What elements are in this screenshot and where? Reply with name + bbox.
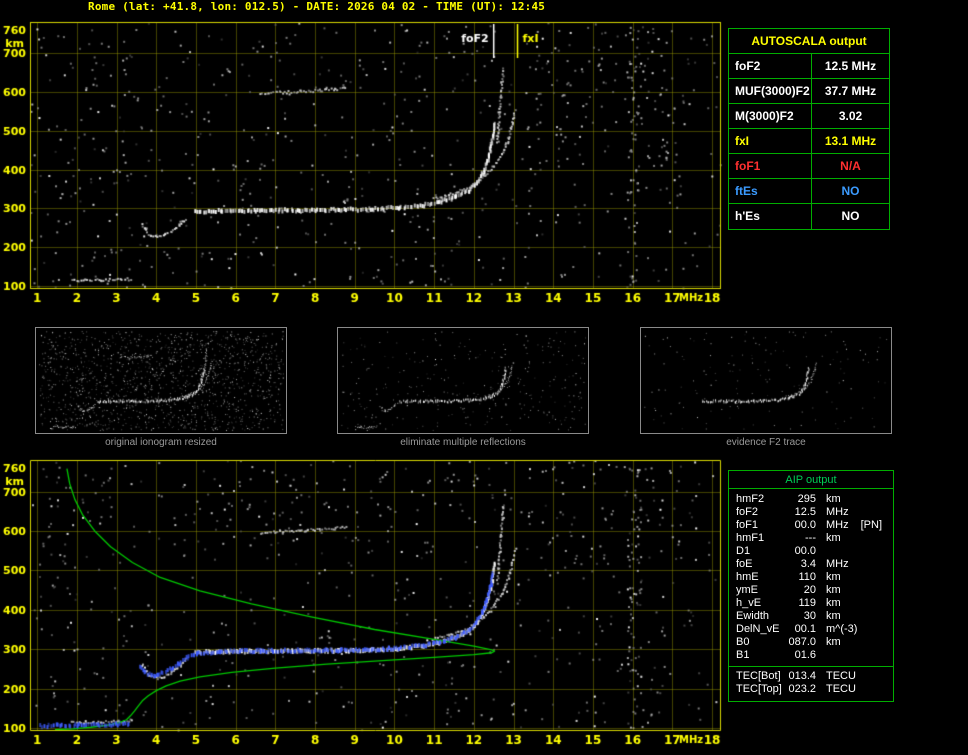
row-unit: km: [826, 610, 841, 622]
row-unit: MHz: [826, 519, 849, 531]
row-value: ---: [805, 532, 816, 544]
row-unit: m^(-3): [826, 623, 858, 635]
row-unit: km: [826, 636, 841, 648]
row-value: 087.0: [788, 636, 816, 648]
table-row: DelN_vE 00.1 m^(-3): [729, 623, 893, 636]
row-value: 023.2: [788, 683, 816, 695]
row-unit: km: [826, 597, 841, 609]
row-unit: TECU: [826, 670, 856, 682]
row-value: 3.02: [838, 109, 863, 123]
row-label: hmF1: [736, 532, 765, 544]
row-label: foF1: [729, 154, 812, 178]
thumbnail-eliminate-multiples: [337, 327, 589, 434]
table-row: B0 087.0 km: [729, 636, 893, 649]
row-value: 37.7 MHz: [824, 84, 877, 98]
thumbnail-caption-multiples: eliminate multiple reflections: [400, 437, 526, 448]
row-value: 00.1: [794, 623, 816, 635]
row-label: foE: [736, 558, 753, 570]
row-value: 110: [798, 571, 816, 583]
row-label: foF2: [729, 54, 812, 78]
main-ionogram-chart: [0, 12, 725, 312]
row-value: 01.6: [794, 649, 816, 661]
row-label: fxI: [729, 129, 812, 153]
table-row: hmE 110 km: [729, 571, 893, 584]
table-row: D1 00.0: [729, 545, 893, 558]
row-label: D1: [736, 545, 751, 557]
table-row: foF1 N/A: [729, 154, 889, 179]
table-row: B1 01.6: [729, 649, 893, 662]
row-value: 3.4: [800, 558, 816, 570]
row-value: 00.0: [794, 519, 816, 531]
row-unit: km: [826, 584, 841, 596]
table-row: MUF(3000)F2 37.7 MHz: [729, 79, 889, 104]
autoscala-window: Rome (lat: +41.8, lon: 012.5) - DATE: 20…: [0, 0, 968, 755]
aip-table: AIP output hmF2 295 km foF2 12.5 MHz foF1 00.0 MH…: [728, 470, 894, 702]
table-row: foF2 12.5 MHz: [729, 54, 889, 79]
table-row: TEC[Bot] 013.4 TECU: [729, 670, 893, 683]
row-value: 30: [803, 610, 816, 622]
row-label: foF2: [736, 506, 759, 518]
thumbnail-caption-f2trace: evidence F2 trace: [726, 437, 806, 448]
row-value: 20: [803, 584, 816, 596]
profile-ionogram-chart: [0, 453, 725, 755]
thumbnail-caption-original: original ionogram resized: [105, 437, 217, 448]
table-row: hmF2 295 km: [729, 493, 893, 506]
table-row: hmF1 --- km: [729, 532, 893, 545]
row-label: hmF2: [736, 493, 765, 505]
row-flag: [PN]: [860, 519, 883, 531]
row-unit: MHz: [826, 506, 849, 518]
row-label: hmE: [736, 571, 759, 583]
table-row: fxI 13.1 MHz: [729, 129, 889, 154]
row-label: Ewidth: [736, 610, 770, 622]
table-row: foE 3.4 MHz: [729, 558, 893, 571]
row-value: 12.5: [794, 506, 816, 518]
row-value: 013.4: [788, 670, 816, 682]
row-unit: km: [826, 493, 841, 505]
table-row: foF1 00.0 MHz [PN]: [729, 519, 893, 532]
row-label: TEC[Top]: [736, 683, 782, 695]
row-value: 13.1 MHz: [824, 134, 877, 148]
row-label: MUF(3000)F2: [729, 79, 812, 103]
row-unit: TECU: [826, 683, 856, 695]
row-unit: km: [826, 571, 841, 583]
thumbnail-original-ionogram: [35, 327, 287, 434]
table-row: ftEs NO: [729, 179, 889, 204]
thumbnail-evidence-f2-trace: [640, 327, 892, 434]
table-row: M(3000)F2 3.02: [729, 104, 889, 129]
row-value: 12.5 MHz: [824, 59, 877, 73]
table-row: h'Es NO: [729, 204, 889, 229]
row-label: h'Es: [729, 204, 812, 229]
row-value: 00.0: [794, 545, 816, 557]
row-label: h_vE: [736, 597, 762, 609]
row-value: 295: [797, 493, 816, 505]
row-label: ymE: [736, 584, 758, 596]
table-row: Ewidth 30 km: [729, 610, 893, 623]
row-unit: MHz: [826, 558, 849, 570]
row-label: B0: [736, 636, 750, 648]
table-row: ymE 20 km: [729, 584, 893, 597]
row-value: N/A: [840, 159, 861, 173]
table-row: TEC[Top] 023.2 TECU: [729, 683, 893, 696]
autoscala-table-title: AUTOSCALA output: [729, 29, 889, 54]
row-value: NO: [841, 209, 860, 223]
row-label: TEC[Bot]: [736, 670, 781, 682]
row-label: DelN_vE: [736, 623, 780, 635]
table-row: foF2 12.5 MHz: [729, 506, 893, 519]
autoscala-table: AUTOSCALA output foF2 12.5 MHz MUF(3000)F2 3…: [728, 28, 890, 230]
row-value: 119: [798, 597, 816, 609]
row-label: M(3000)F2: [729, 104, 812, 128]
row-label: B1: [736, 649, 750, 661]
table-row: h_vE 119 km: [729, 597, 893, 610]
row-value: NO: [841, 184, 860, 198]
aip-separator: [729, 666, 893, 667]
aip-table-title: AIP output: [729, 471, 893, 489]
row-label: ftEs: [729, 179, 812, 203]
row-label: foF1: [736, 519, 759, 531]
row-unit: km: [826, 532, 841, 544]
